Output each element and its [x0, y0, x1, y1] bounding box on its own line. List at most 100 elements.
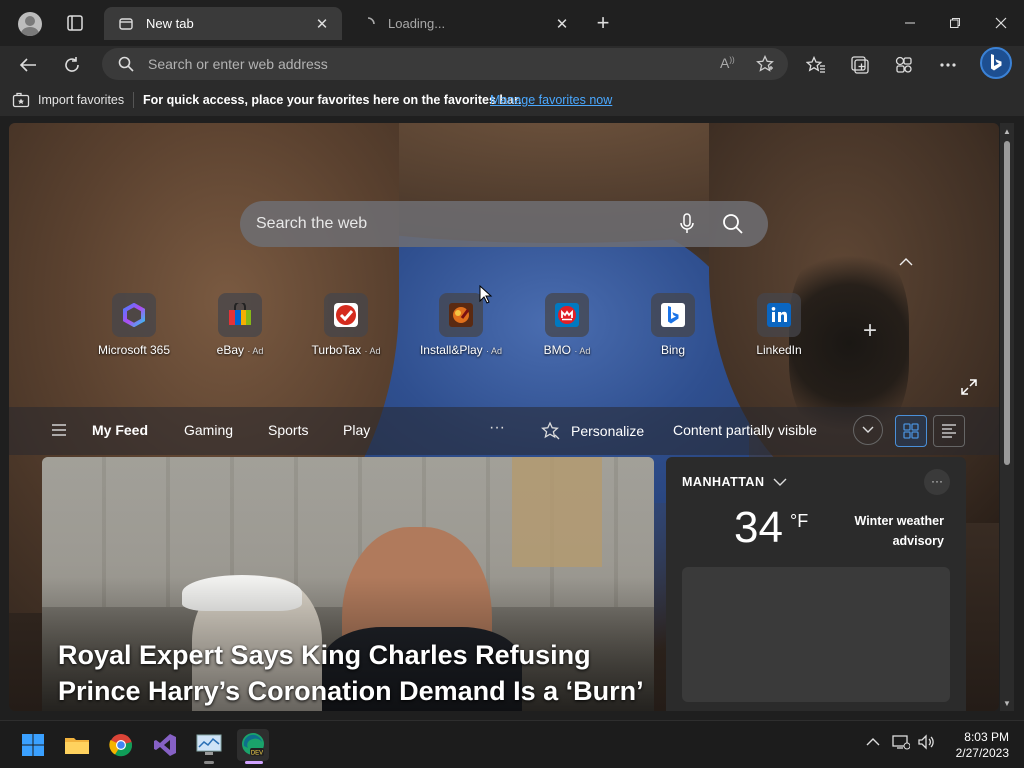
clock-date: 2/27/2023	[955, 746, 1009, 760]
chevron-down-icon[interactable]	[853, 415, 883, 445]
tab-new-tab[interactable]: New tab ✕	[104, 7, 342, 40]
quick-link-name: TurboTax	[311, 343, 362, 357]
new-tab-button[interactable]: +	[592, 12, 614, 34]
chevron-down-icon	[773, 478, 786, 486]
resource-monitor-icon[interactable]	[193, 729, 225, 761]
windows-start-icon[interactable]	[17, 729, 49, 761]
linkedin-icon	[757, 293, 801, 337]
favorites-bar: Import favorites For quick access, place…	[0, 84, 1024, 116]
back-arrow-icon[interactable]	[15, 52, 41, 78]
quick-link-turbotax[interactable]: TurboTax · Ad	[291, 293, 401, 357]
scroll-down-icon[interactable]: ▼	[1003, 699, 1011, 708]
quick-link-ebay[interactable]: eBay · Ad	[185, 293, 295, 357]
favorites-icon[interactable]	[805, 54, 827, 76]
tab-sports[interactable]: Sports	[268, 422, 308, 438]
minimize-icon[interactable]	[898, 12, 922, 34]
visual-studio-icon[interactable]	[149, 729, 181, 761]
bing-icon	[651, 293, 695, 337]
microphone-icon[interactable]	[678, 213, 696, 240]
quick-link-bmo[interactable]: BMO · Ad	[512, 293, 622, 357]
quick-link-microsoft-365[interactable]: Microsoft 365	[79, 293, 189, 357]
install-play-game-icon	[439, 293, 483, 337]
search-icon[interactable]	[722, 213, 744, 240]
collapse-chevron-up-icon[interactable]	[899, 253, 913, 269]
address-bar[interactable]: A))	[102, 48, 788, 80]
tab-label: New tab	[146, 16, 194, 31]
quick-link-name: eBay	[216, 343, 244, 357]
scroll-up-icon[interactable]: ▲	[1003, 127, 1011, 136]
quick-link-name: Microsoft 365	[97, 343, 171, 357]
manage-favorites-link[interactable]: Manage favorites now	[490, 93, 612, 107]
favorites-bar-message: For quick access, place your favorites h…	[143, 93, 522, 107]
read-aloud-icon[interactable]: A))	[720, 55, 735, 71]
tab-actions-icon[interactable]	[66, 14, 84, 32]
add-favorite-star-icon[interactable]	[756, 54, 774, 78]
taskbar: DEV 8:03 PM 2/27/2023	[0, 720, 1024, 768]
web-search-input[interactable]	[256, 213, 656, 235]
bing-chat-icon[interactable]	[980, 47, 1012, 79]
more-tabs-button[interactable]: ···	[489, 419, 505, 437]
close-tab-icon[interactable]: ✕	[552, 14, 572, 34]
collections-icon[interactable]	[849, 54, 871, 76]
search-icon	[118, 56, 134, 77]
import-favorites-icon	[12, 92, 30, 108]
web-search-box[interactable]	[240, 201, 768, 247]
network-icon[interactable]	[892, 734, 911, 753]
personalize-button[interactable]: Personalize	[541, 421, 644, 441]
title-bar: New tab ✕ Loading... ✕ +	[0, 0, 1024, 46]
extensions-icon[interactable]	[893, 54, 915, 76]
loading-spinner-icon	[360, 16, 376, 32]
chrome-icon[interactable]	[105, 729, 137, 761]
svg-text:DEV: DEV	[251, 751, 263, 757]
turbotax-check-icon	[324, 293, 368, 337]
volume-icon[interactable]	[918, 734, 936, 753]
expand-background-icon[interactable]	[961, 379, 977, 400]
weather-map-placeholder	[682, 567, 950, 702]
address-input[interactable]	[148, 54, 688, 74]
hero-headline[interactable]: Royal Expert Says King Charles Refusing …	[58, 637, 648, 709]
quick-link-bing[interactable]: Bing	[618, 293, 728, 357]
quick-links: Microsoft 365 eBay · Ad TurboTax · Ad In…	[79, 293, 939, 363]
maximize-icon[interactable]	[943, 12, 967, 34]
tab-my-feed[interactable]: My Feed	[92, 422, 148, 438]
mouse-cursor-icon	[479, 284, 493, 310]
weather-more-options-button[interactable]: ···	[924, 469, 950, 495]
import-favorites-label: Import favorites	[38, 93, 125, 107]
new-tab-page: Microsoft 365 eBay · Ad TurboTax · Ad In…	[9, 123, 999, 711]
show-hidden-icons-chevron-up-icon[interactable]	[866, 735, 880, 749]
content-visibility-label[interactable]: Content partially visible	[673, 422, 817, 438]
import-favorites-button[interactable]: Import favorites	[12, 92, 124, 108]
tab-label: Loading...	[388, 16, 446, 31]
quick-link-install-play[interactable]: Install&Play · Ad	[406, 293, 516, 357]
grid-layout-icon[interactable]	[895, 415, 927, 447]
hero-news-card[interactable]: Royal Expert Says King Charles Refusing …	[42, 457, 654, 711]
hamburger-menu-icon[interactable]	[51, 423, 67, 441]
file-explorer-icon[interactable]	[61, 729, 93, 761]
weather-card[interactable]: MANHATTAN ··· 34 °F Winter weather advis…	[666, 457, 966, 711]
ebay-shopping-bag-icon	[218, 293, 262, 337]
quick-link-name: LinkedIn	[756, 343, 802, 357]
edge-dev-icon[interactable]: DEV	[237, 729, 269, 761]
scrollbar-thumb[interactable]	[1004, 141, 1010, 465]
weather-temperature: 34	[734, 503, 783, 552]
system-clock[interactable]: 8:03 PM 2/27/2023	[945, 729, 1009, 761]
quick-link-name: BMO	[543, 343, 571, 357]
quick-link-linkedin[interactable]: LinkedIn	[724, 293, 834, 357]
refresh-icon[interactable]	[59, 52, 85, 78]
add-quick-link-plus-icon[interactable]: +	[863, 317, 877, 345]
close-icon[interactable]	[989, 12, 1013, 34]
feed-navigation-bar: My Feed Gaming Sports Play ··· Personali…	[9, 407, 999, 455]
weather-location-selector[interactable]: MANHATTAN	[682, 475, 787, 489]
tab-gaming[interactable]: Gaming	[184, 422, 233, 438]
list-layout-icon[interactable]	[933, 415, 965, 447]
quick-link-name: Bing	[660, 343, 686, 357]
tab-loading[interactable]: Loading... ✕	[346, 7, 582, 40]
personalize-label: Personalize	[571, 423, 645, 439]
tab-play[interactable]: Play	[343, 422, 370, 438]
profile-avatar-icon[interactable]	[18, 12, 42, 36]
close-tab-icon[interactable]: ✕	[312, 14, 332, 34]
navigation-toolbar: A))	[0, 46, 1024, 84]
new-tab-page-icon	[118, 16, 134, 32]
page-scrollbar[interactable]: ▲ ▼	[1000, 123, 1014, 711]
settings-more-icon[interactable]	[937, 54, 959, 76]
